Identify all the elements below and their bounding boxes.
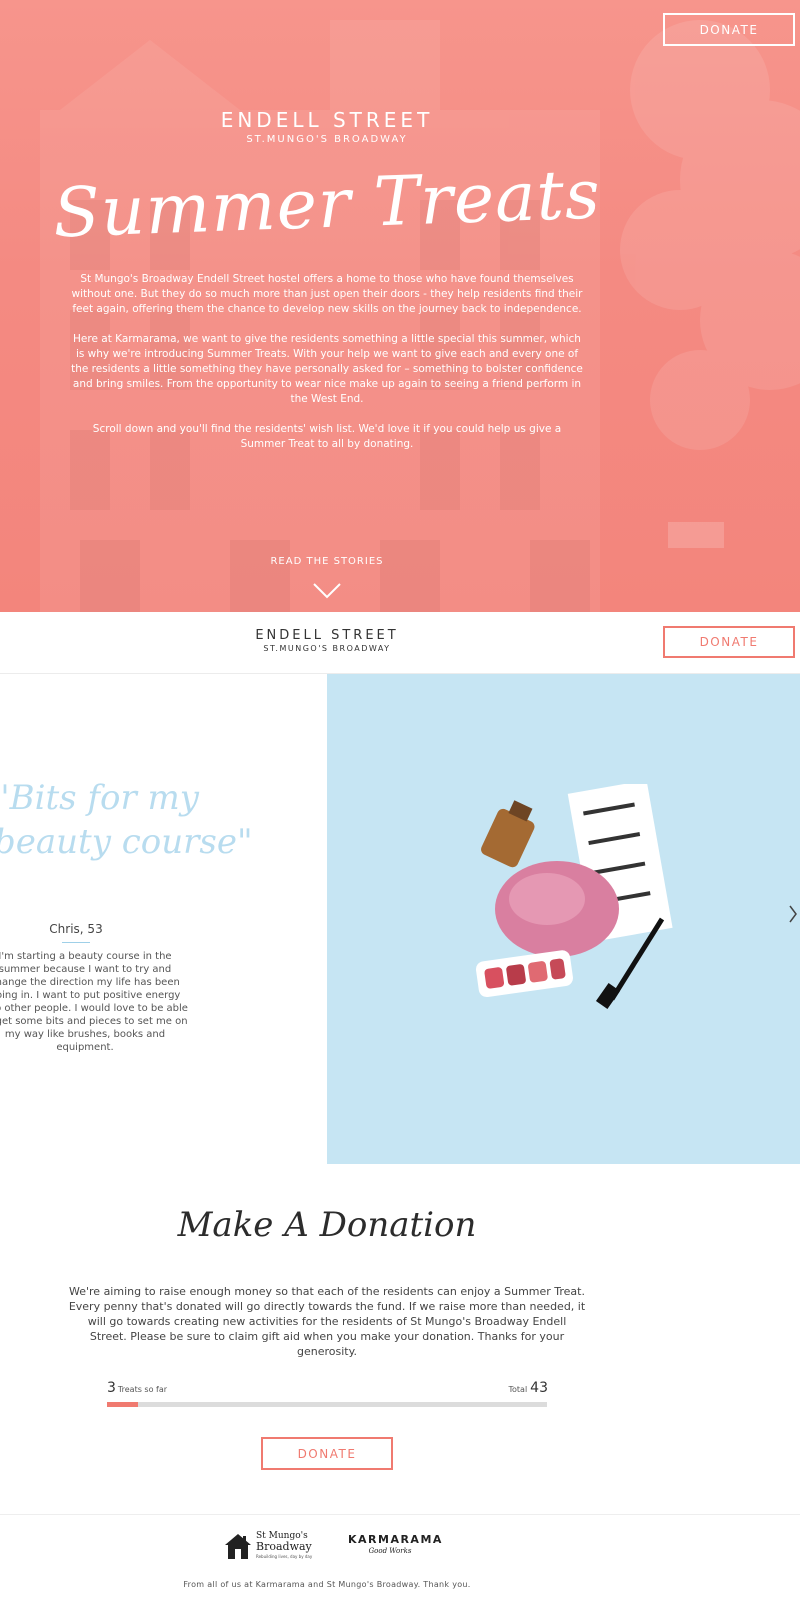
read-stories-link[interactable]: READ THE STORIES — [0, 556, 654, 567]
treats-label: Treats so far — [117, 1385, 168, 1394]
total-label: Total — [508, 1385, 528, 1394]
footer-thanks: From all of us at Karmarama and St Mungo… — [183, 1580, 471, 1589]
mungo-tagline: Rebuilding lives, day by day — [256, 1554, 313, 1559]
divider — [62, 942, 90, 943]
story-body: I'm starting a beauty course in the summ… — [0, 951, 188, 1053]
story-quote: "Bits for my beauty course" — [0, 776, 294, 864]
treats-so-far: 3 Treats so far — [107, 1380, 167, 1396]
progress-fill — [107, 1402, 138, 1407]
karmarama-subtitle: Good Works — [368, 1547, 412, 1555]
intro-paragraph-3: Scroll down and you'll find the resident… — [92, 423, 562, 450]
story-carousel: "Bits for my beauty course" Chris, 53 I'… — [0, 674, 800, 1164]
st-mungos-logo[interactable]: St Mungo's Broadway Rebuilding lives, da… — [224, 1530, 314, 1562]
story-quote-line-1: "Bits for my — [0, 778, 199, 818]
donation-title: Make A Donation — [177, 1205, 477, 1245]
treats-total: Total 43 — [468, 1380, 548, 1396]
chevron-down-icon[interactable] — [312, 582, 342, 600]
total-count: 43 — [530, 1380, 548, 1396]
mungo-line-2: Broadway — [256, 1540, 312, 1553]
chevron-right-icon[interactable] — [788, 904, 798, 924]
donation-text: We're aiming to raise enough money so th… — [68, 1285, 586, 1358]
intro-paragraph-1: St Mungo's Broadway Endell Street hostel… — [71, 273, 583, 315]
brand-title: ENDELL STREET — [220, 108, 434, 132]
header-donate-button[interactable]: DONATE — [663, 626, 795, 658]
story-text-panel: "Bits for my beauty course" Chris, 53 I'… — [0, 674, 327, 1164]
header-brand-title: ENDELL STREET — [255, 628, 399, 643]
story-image-panel — [327, 674, 800, 1164]
hero-brand: ENDELL STREET ST.MUNGO'S BROADWAY — [0, 108, 654, 145]
beauty-products-image — [475, 784, 673, 1010]
story-quote-line-2: beauty course" — [0, 822, 253, 862]
karmarama-title: KARMARAMA — [348, 1533, 443, 1546]
hero-donate-button[interactable]: DONATE — [663, 13, 795, 46]
house-icon — [225, 1534, 251, 1559]
progress-bar — [107, 1402, 547, 1407]
brand-subtitle: ST.MUNGO'S BROADWAY — [246, 134, 408, 145]
divider — [0, 1514, 800, 1515]
treats-count: 3 — [107, 1380, 116, 1396]
header-brand[interactable]: ENDELL STREET ST.MUNGO'S BROADWAY — [0, 628, 654, 653]
karmarama-logo[interactable]: KARMARAMA Good Works — [348, 1533, 443, 1555]
intro-paragraph-2: Here at Karmarama, we want to give the r… — [71, 333, 583, 405]
hero-section: DONATE ENDELL STREET ST.MUNGO'S BROADWAY… — [0, 0, 800, 612]
hero-intro: St Mungo's Broadway Endell Street hostel… — [70, 272, 584, 467]
donate-button[interactable]: DONATE — [261, 1437, 393, 1470]
header-brand-subtitle: ST.MUNGO'S BROADWAY — [263, 644, 391, 653]
story-person: Chris, 53 — [49, 922, 103, 936]
site-header: ENDELL STREET ST.MUNGO'S BROADWAY DONATE — [0, 612, 800, 674]
